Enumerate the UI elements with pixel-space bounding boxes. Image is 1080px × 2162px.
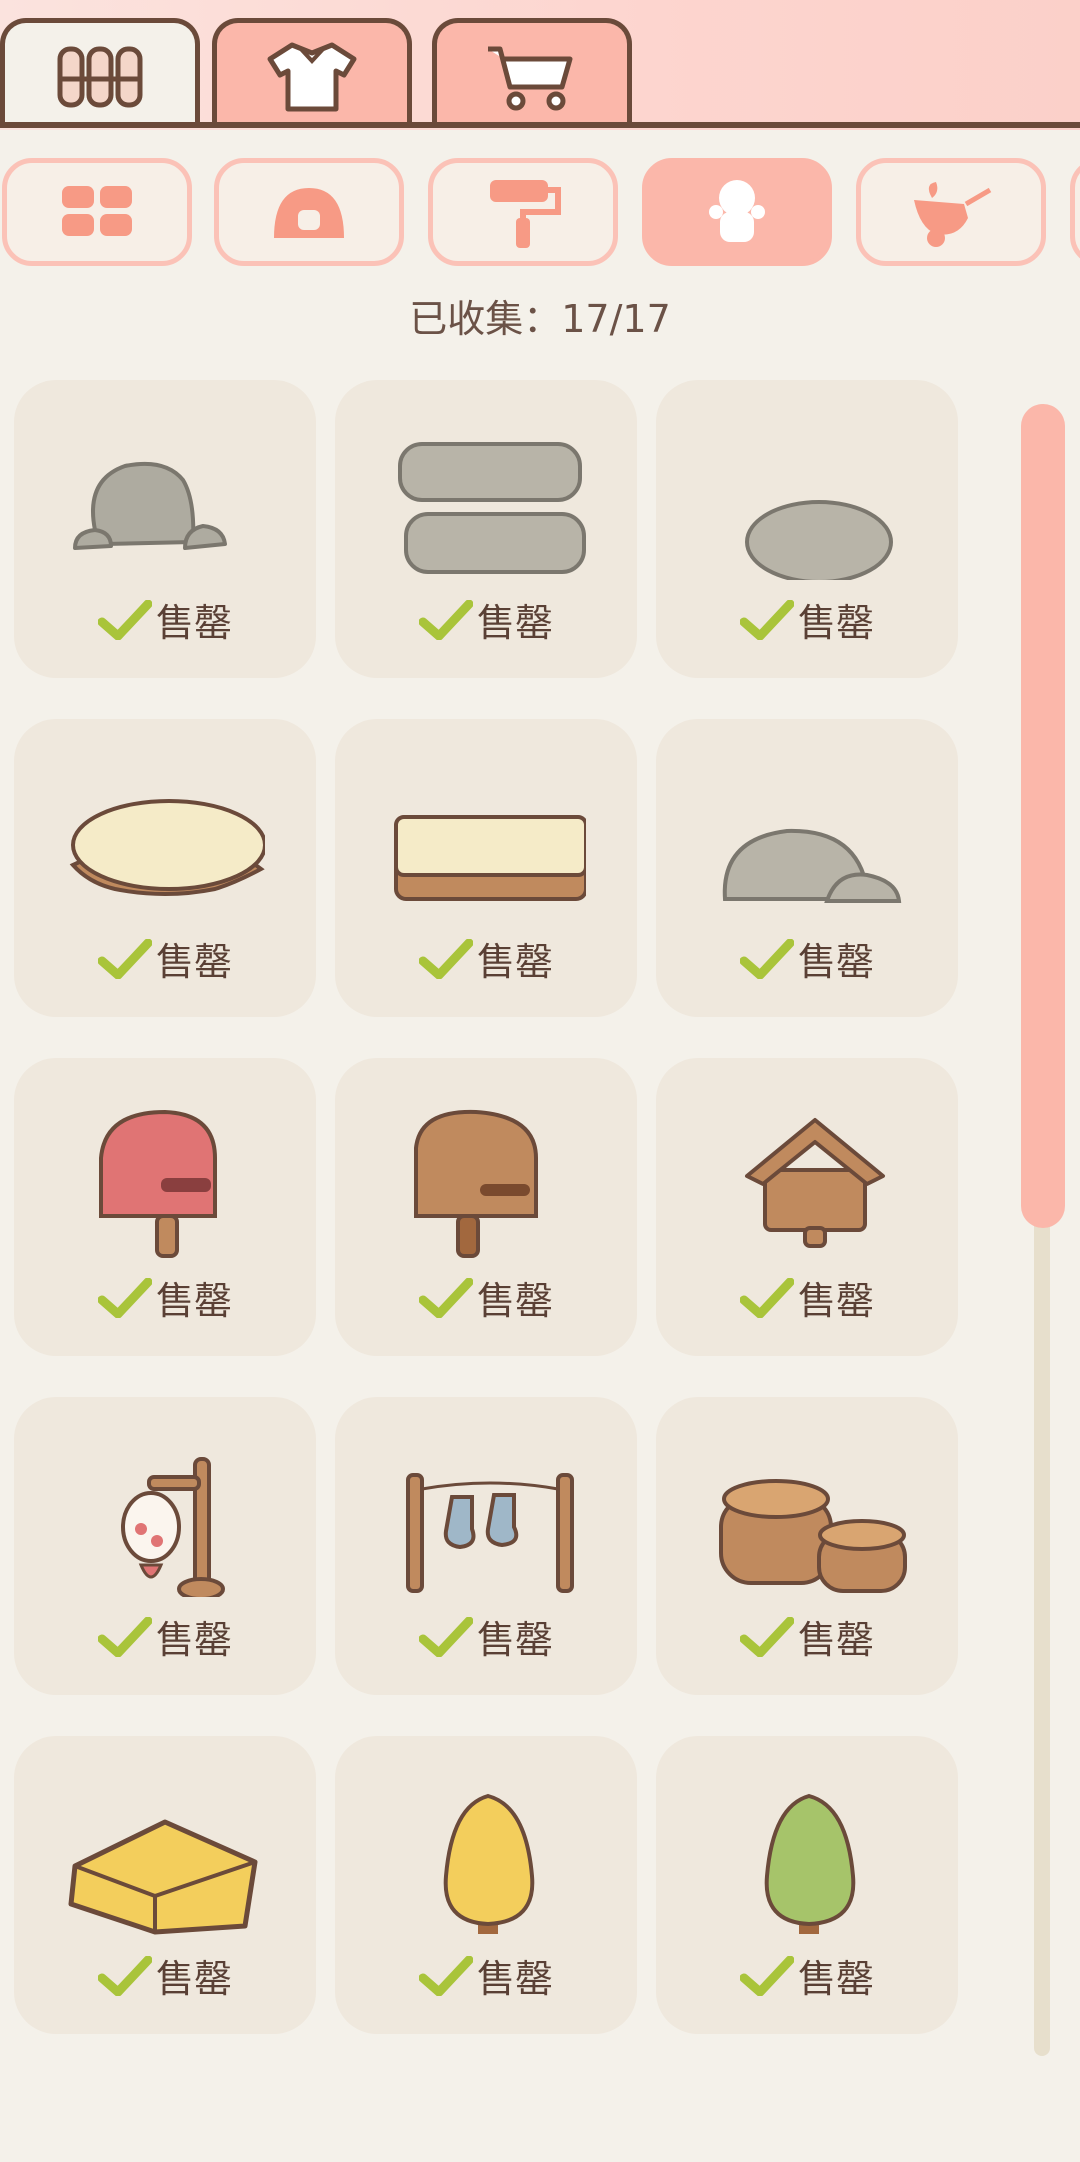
item-card[interactable]: 售罄	[335, 719, 637, 1017]
category-all[interactable]	[2, 158, 192, 266]
sock-clothesline-icon	[406, 1473, 574, 1593]
bird-branch-icon	[914, 182, 992, 247]
category-filter-row	[0, 152, 1080, 272]
tree-stump-icon	[69, 799, 265, 896]
character-icon	[709, 180, 765, 242]
item-card[interactable]: 售罄	[14, 380, 316, 678]
check-icon	[97, 599, 152, 640]
lantern-post-icon	[121, 1457, 225, 1597]
item-card[interactable]: 售罄	[656, 1736, 958, 2034]
item-card[interactable]: 售罄	[335, 1058, 637, 1356]
sold-out-label: 售罄	[335, 1270, 637, 1325]
category-decoration[interactable]	[428, 158, 618, 266]
cart-icon	[488, 46, 573, 110]
item-card[interactable]: 售罄	[335, 1736, 637, 2034]
item-card[interactable]: 售罄	[656, 1058, 958, 1356]
check-icon	[418, 599, 473, 640]
check-icon	[418, 938, 473, 979]
check-icon	[97, 1616, 152, 1657]
tab-divider	[0, 122, 1080, 128]
item-card[interactable]: 售罄	[14, 1397, 316, 1695]
sold-out-label: 售罄	[14, 592, 316, 647]
category-more[interactable]	[1070, 158, 1080, 266]
shirt-icon	[267, 42, 357, 111]
check-icon	[418, 1616, 473, 1657]
tab-shop[interactable]	[432, 18, 632, 126]
rice-ball-icon	[274, 188, 344, 238]
sold-out-label: 售罄	[14, 931, 316, 986]
sold-out-label: 售罄	[656, 931, 958, 986]
item-card[interactable]: 售罄	[656, 1397, 958, 1695]
boulders-icon	[722, 828, 902, 903]
check-icon	[739, 599, 794, 640]
check-icon	[97, 1277, 152, 1318]
check-icon	[97, 938, 152, 979]
grid-icon	[62, 186, 132, 236]
sold-out-label: 售罄	[14, 1609, 316, 1664]
category-plants[interactable]	[856, 158, 1046, 266]
item-card[interactable]: 售罄	[14, 1058, 316, 1356]
birdhouse-icon	[745, 1118, 885, 1248]
sold-out-label: 售罄	[14, 1270, 316, 1325]
sold-out-label: 售罄	[656, 1609, 958, 1664]
category-food[interactable]	[214, 158, 404, 266]
sold-out-label: 售罄	[335, 1948, 637, 2003]
barrels-icon	[719, 1479, 907, 1593]
collection-count: 已收集：17/17	[409, 297, 671, 341]
wood-plank-icon	[394, 815, 586, 901]
item-card[interactable]: 售罄	[335, 1397, 637, 1695]
item-card[interactable]: 售罄	[335, 380, 637, 678]
check-icon	[739, 1277, 794, 1318]
sold-out-label: 售罄	[656, 1270, 958, 1325]
scrollbar-thumb[interactable]	[1021, 404, 1065, 1228]
category-outdoor[interactable]	[642, 158, 832, 266]
tab-furniture[interactable]	[0, 18, 200, 126]
check-icon	[418, 1955, 473, 1996]
sold-out-label: 售罄	[656, 592, 958, 647]
check-icon	[418, 1277, 473, 1318]
hay-bale-icon	[68, 1819, 258, 1935]
flat-stone-icon	[745, 500, 893, 580]
fence-icon	[57, 46, 143, 107]
check-icon	[739, 938, 794, 979]
wooden-mailbox-icon	[414, 1109, 538, 1258]
red-mailbox-icon	[99, 1109, 217, 1258]
check-icon	[97, 1955, 152, 1996]
check-icon	[739, 1955, 794, 1996]
yellow-tree-icon	[443, 1793, 535, 1934]
sold-out-label: 售罄	[14, 1948, 316, 2003]
item-card[interactable]: 售罄	[14, 1736, 316, 2034]
sold-out-label: 售罄	[335, 1609, 637, 1664]
stacked-logs-stone-icon	[398, 442, 586, 574]
paint-roller-icon	[490, 180, 561, 248]
item-card[interactable]: 售罄	[656, 719, 958, 1017]
green-tree-icon	[764, 1793, 856, 1934]
sold-out-label: 售罄	[335, 931, 637, 986]
tab-clothing[interactable]	[212, 18, 412, 126]
sold-out-label: 售罄	[335, 592, 637, 647]
check-icon	[739, 1616, 794, 1657]
sold-out-label: 售罄	[656, 1948, 958, 2003]
item-card[interactable]: 售罄	[656, 380, 958, 678]
item-card[interactable]: 售罄	[14, 719, 316, 1017]
rock-pile-icon	[73, 461, 227, 550]
